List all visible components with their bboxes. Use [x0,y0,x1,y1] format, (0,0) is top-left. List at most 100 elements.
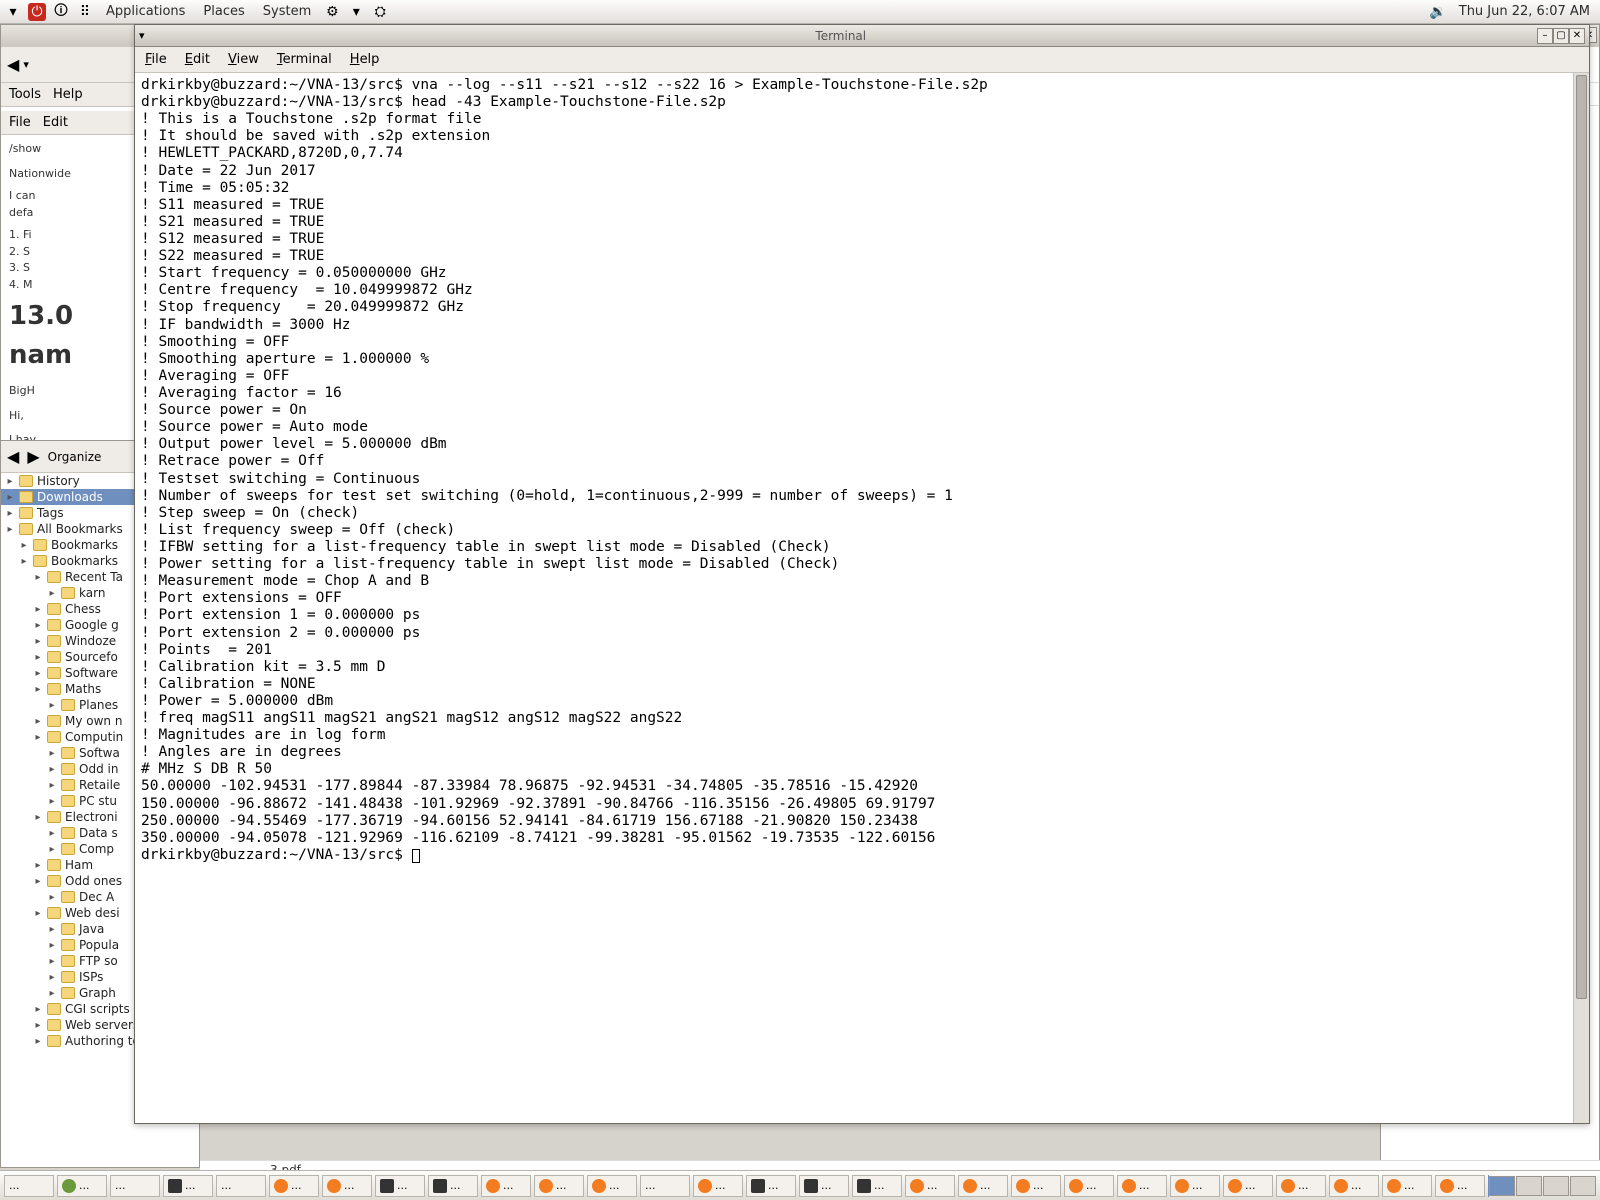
taskbar-item[interactable]: ... [1170,1175,1220,1197]
taskbar-item[interactable]: ... [799,1175,849,1197]
taskbar-item[interactable]: ... [163,1175,213,1197]
taskbar-item[interactable]: ... [852,1175,902,1197]
taskbar-item[interactable]: ... [958,1175,1008,1197]
expand-icon[interactable]: ▸ [33,716,43,727]
menu-tools[interactable]: Tools [9,87,41,102]
tray-icon-2[interactable]: ▾ [347,3,365,21]
taskbar-item[interactable]: ... [110,1175,160,1197]
expand-icon[interactable]: ▸ [33,732,43,743]
expand-icon[interactable]: ▸ [33,652,43,663]
expand-icon[interactable]: ▸ [33,1004,43,1015]
expand-icon[interactable]: ▸ [33,572,43,583]
apps-icon[interactable]: ⠿ [76,3,94,21]
expand-icon[interactable]: ▸ [47,924,57,935]
taskbar-item[interactable]: ... [640,1175,690,1197]
taskbar-item[interactable]: ... [1382,1175,1432,1197]
taskbar-item[interactable]: ... [1064,1175,1114,1197]
expand-icon[interactable]: ▸ [47,796,57,807]
power-icon[interactable]: ⏻ [28,3,46,21]
menu-file[interactable]: File [9,115,31,130]
expand-icon[interactable]: ▸ [47,972,57,983]
menu-help[interactable]: Help [53,87,83,102]
taskbar-item[interactable]: ... [375,1175,425,1197]
taskbar-item[interactable]: ... [428,1175,478,1197]
taskbar-item[interactable]: ... [587,1175,637,1197]
expand-icon[interactable]: ▸ [5,476,15,487]
maximize-button[interactable]: ▢ [1553,28,1569,44]
expand-icon[interactable]: ▸ [33,1036,43,1047]
taskbar-item[interactable]: ... [1011,1175,1061,1197]
volume-icon[interactable]: 🔉 [1429,3,1447,21]
tray-icon-3[interactable]: ⛭ [371,3,389,21]
terminal-scrollbar[interactable] [1573,73,1589,1123]
menu-edit[interactable]: Edit [185,52,210,67]
expand-icon[interactable]: ▸ [47,780,57,791]
expand-icon[interactable]: ▸ [47,956,57,967]
clock[interactable]: Thu Jun 22, 6:07 AM [1453,4,1596,19]
taskbar-item[interactable]: ... [746,1175,796,1197]
update-icon[interactable]: 🛈 [52,3,70,21]
taskbar-item[interactable]: ... [693,1175,743,1197]
taskbar-item[interactable]: ... [4,1175,54,1197]
expand-icon[interactable]: ▸ [47,940,57,951]
expand-icon[interactable]: ▸ [47,988,57,999]
expand-icon[interactable]: ▸ [33,908,43,919]
menu-file[interactable]: FFileile [145,52,167,67]
expand-icon[interactable]: ▸ [19,540,29,551]
taskbar-item[interactable]: ... [216,1175,266,1197]
taskbar-item[interactable]: ... [1276,1175,1326,1197]
taskbar-item[interactable]: ... [57,1175,107,1197]
expand-icon[interactable]: ▸ [5,508,15,519]
expand-icon[interactable]: ▸ [33,860,43,871]
workspace-2[interactable] [1516,1176,1542,1196]
forward-icon[interactable]: ▶ [27,447,39,466]
expand-icon[interactable]: ▸ [47,844,57,855]
taskbar-item[interactable]: ... [1329,1175,1379,1197]
taskbar-item[interactable]: ... [1435,1175,1485,1197]
expand-icon[interactable]: ▸ [5,492,15,503]
taskbar-item[interactable]: ... [481,1175,531,1197]
expand-icon[interactable]: ▸ [33,876,43,887]
taskbar-item[interactable]: ... [1223,1175,1273,1197]
expand-icon[interactable]: ▸ [47,700,57,711]
workspace-switcher[interactable] [1489,1176,1596,1196]
expand-icon[interactable]: ▸ [47,892,57,903]
taskbar-item[interactable]: ... [269,1175,319,1197]
expand-icon[interactable]: ▸ [47,748,57,759]
places-menu[interactable]: Places [197,4,250,19]
terminal-body[interactable]: drkirkby@buzzard:~/VNA-13/src$ vna --log… [135,73,1589,1123]
back-icon[interactable]: ◀ [7,55,19,74]
expand-icon[interactable]: ▸ [33,636,43,647]
dropdown-icon[interactable]: ▾ [23,58,29,71]
back-icon[interactable]: ◀ [7,447,19,466]
expand-icon[interactable]: ▸ [33,1020,43,1031]
minimize-button[interactable]: – [1537,28,1553,44]
system-menu[interactable]: System [257,4,317,19]
close-button[interactable]: ✕ [1569,28,1585,44]
expand-icon[interactable]: ▸ [5,524,15,535]
workspace-3[interactable] [1543,1176,1569,1196]
workspace-4[interactable] [1570,1176,1596,1196]
expand-icon[interactable]: ▸ [19,556,29,567]
taskbar-item[interactable]: ... [322,1175,372,1197]
expand-icon[interactable]: ▸ [33,668,43,679]
organize-button[interactable]: Organize [48,450,102,464]
expand-icon[interactable]: ▸ [47,588,57,599]
expand-icon[interactable]: ▸ [33,684,43,695]
menu-view[interactable]: View [228,52,259,67]
applications-menu[interactable]: Applications [100,4,191,19]
taskbar-item[interactable]: ... [905,1175,955,1197]
menu-terminal[interactable]: Terminal [277,52,332,67]
workspace-1[interactable] [1489,1176,1515,1196]
scrollbar-thumb[interactable] [1576,75,1587,999]
expand-icon[interactable]: ▸ [47,828,57,839]
menu-help[interactable]: Help [350,52,380,67]
taskbar-item[interactable]: ... [534,1175,584,1197]
taskbar-item[interactable]: ... [1117,1175,1167,1197]
expand-icon[interactable]: ▸ [33,604,43,615]
tray-icon-1[interactable]: ⚙ [323,3,341,21]
panel-menu-icon[interactable]: ▾ [4,3,22,21]
expand-icon[interactable]: ▸ [33,620,43,631]
menu-edit[interactable]: Edit [43,115,68,130]
expand-icon[interactable]: ▸ [47,764,57,775]
